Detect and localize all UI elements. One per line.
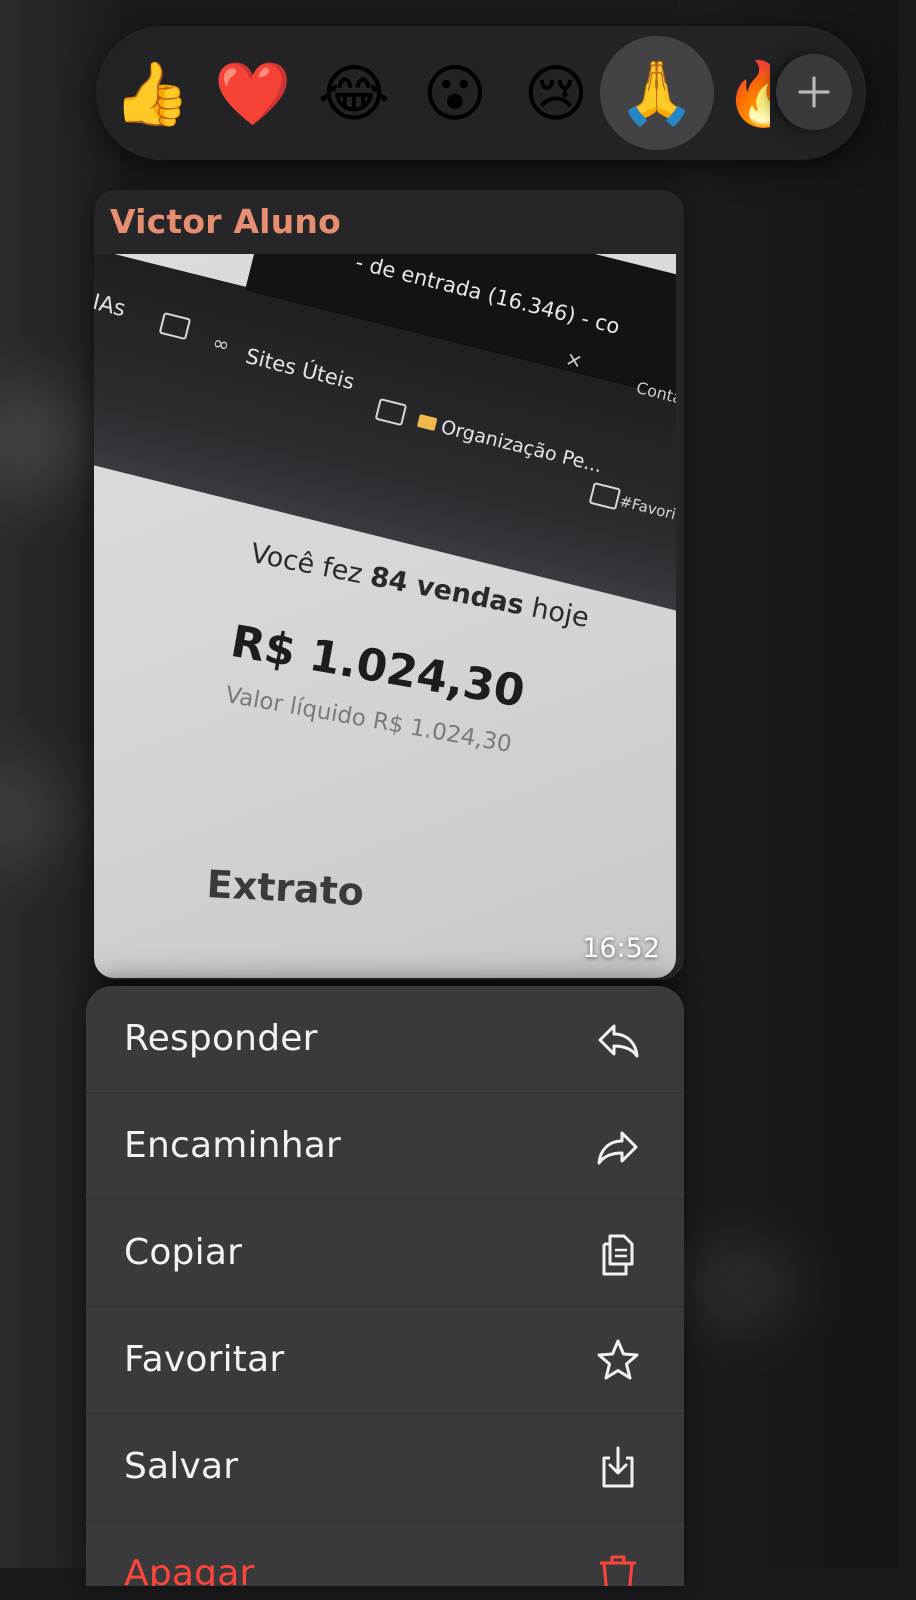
menu-item-star[interactable]: Favoritar xyxy=(86,1307,684,1414)
menu-item-label: Apagar xyxy=(124,1553,255,1586)
save-icon xyxy=(602,1446,634,1488)
menu-item-label: Copiar xyxy=(124,1232,243,1273)
reaction-bar: 👍 ❤️ 😂 😮 😢 🙏 🔥 xyxy=(96,26,866,160)
menu-item-save[interactable]: Salvar xyxy=(86,1414,684,1521)
statement-heading: Extrato xyxy=(205,862,366,915)
message-time: 16:52 xyxy=(582,933,660,964)
reaction-fire[interactable]: 🔥 xyxy=(724,54,770,134)
menu-item-copy[interactable]: Copiar xyxy=(86,1200,684,1307)
background-blur xyxy=(680,1240,800,1330)
plus-icon xyxy=(798,76,830,108)
reaction-red-heart[interactable]: ❤️ xyxy=(213,54,293,134)
reaction-thumbs-up[interactable]: 👍 xyxy=(112,54,192,134)
forward-icon xyxy=(597,1131,638,1165)
context-menu: Responder Encaminhar Copiar Favoritar Sa… xyxy=(86,986,684,1586)
star-icon xyxy=(597,1339,639,1380)
message-photo[interactable]: - de entrada (16.346) - co × Conta IAs ∞… xyxy=(94,254,676,978)
menu-item-label: Encaminhar xyxy=(124,1125,341,1166)
trash-icon xyxy=(600,1555,636,1586)
reaction-open-mouth[interactable]: 😮 xyxy=(415,54,495,134)
menu-item-reply[interactable]: Responder xyxy=(86,986,684,1093)
reaction-folded-hands[interactable]: 🙏 xyxy=(600,36,714,150)
menu-item-label: Favoritar xyxy=(124,1339,285,1380)
copy-icon xyxy=(602,1234,634,1276)
reply-icon xyxy=(598,1024,639,1058)
background-right xyxy=(678,0,898,1568)
reaction-crying-face[interactable]: 😢 xyxy=(516,54,596,134)
menu-item-label: Salvar xyxy=(124,1446,239,1487)
menu-item-forward[interactable]: Encaminhar xyxy=(86,1093,684,1200)
sender-name: Victor Aluno xyxy=(110,202,341,241)
reaction-tears-of-joy[interactable]: 😂 xyxy=(314,54,394,134)
menu-item-delete[interactable]: Apagar xyxy=(86,1521,684,1586)
more-reactions-button[interactable] xyxy=(776,54,852,130)
message-bubble[interactable]: Victor Aluno - de entrada (16.346) - co … xyxy=(94,190,684,980)
menu-item-label: Responder xyxy=(124,1018,318,1059)
